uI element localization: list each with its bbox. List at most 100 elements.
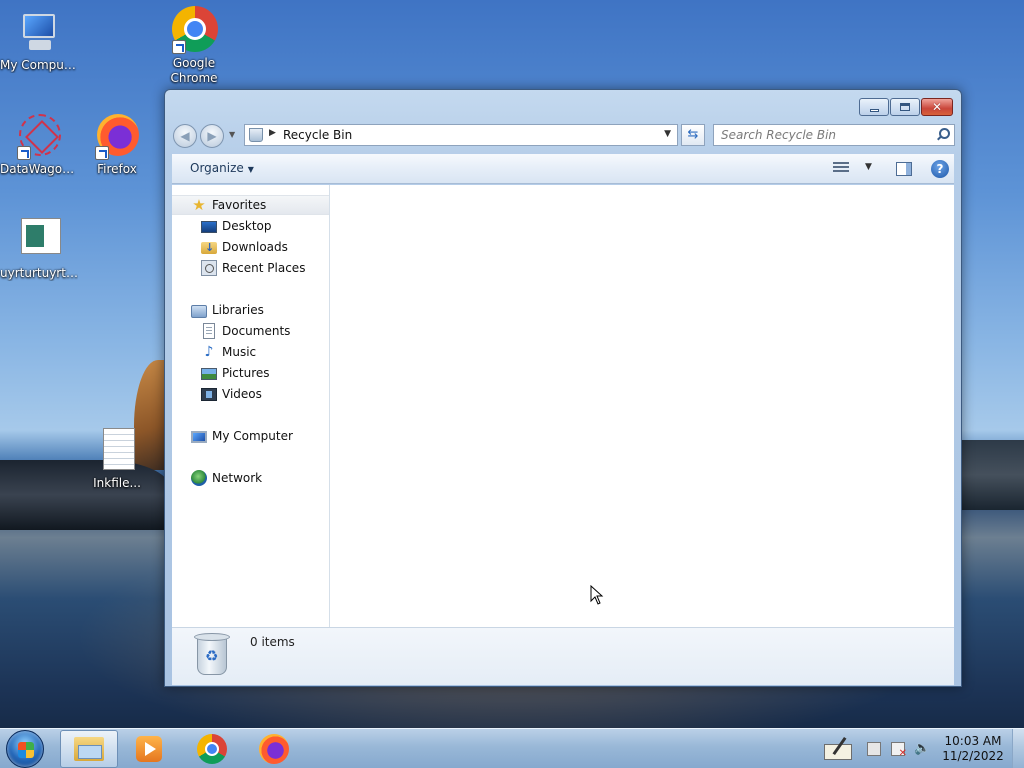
libraries-icon	[191, 304, 207, 318]
breadcrumb-recycle-bin[interactable]: Recycle Bin	[283, 128, 352, 142]
nav-item-my-computer[interactable]: My Computer	[172, 426, 329, 446]
items-count: 0 items	[250, 635, 295, 649]
desktop-icon-datawagon[interactable]: DataWagon...	[0, 112, 78, 177]
datawagon-icon	[15, 112, 63, 160]
nav-item-libraries[interactable]: Libraries	[172, 300, 329, 320]
windows-explorer-icon	[74, 737, 104, 761]
file-list-pane[interactable]	[331, 185, 954, 627]
downloads-folder-icon	[201, 241, 217, 254]
help-icon[interactable]: ?	[931, 160, 949, 178]
taskbar-app-media-player[interactable]	[120, 730, 178, 768]
nav-item-label: My Computer	[212, 429, 293, 443]
explorer-content: ★ Favorites Desktop Downloads Recent Pla…	[172, 185, 954, 627]
nav-item-label: Downloads	[222, 240, 288, 254]
recycle-bin-small-icon	[249, 128, 263, 142]
taskbar: 🔈 10:03 AM 11/2/2022	[0, 728, 1024, 768]
close-button[interactable]: ✕	[921, 98, 953, 116]
shortcut-arrow-icon	[95, 146, 109, 160]
desktop-icon-my-computer[interactable]: My Computer	[0, 8, 78, 73]
nav-item-label: Documents	[222, 324, 291, 338]
chrome-icon	[197, 734, 227, 764]
taskbar-app-firefox[interactable]	[245, 730, 303, 768]
videos-icon	[201, 388, 217, 401]
maximize-button[interactable]	[890, 98, 920, 116]
back-arrow-icon: ◀	[180, 129, 190, 143]
nav-item-documents[interactable]: Documents	[172, 321, 329, 341]
forward-arrow-icon: ▶	[207, 129, 217, 143]
text-file-icon	[93, 426, 141, 474]
address-bar[interactable]: ▶ Recycle Bin ▼	[244, 124, 678, 146]
start-button[interactable]	[6, 730, 44, 768]
document-icon	[15, 216, 63, 264]
nav-item-label: Network	[212, 471, 263, 485]
taskbar-app-explorer[interactable]	[60, 730, 118, 768]
nav-item-label: Libraries	[212, 303, 264, 317]
search-box[interactable]	[713, 124, 955, 146]
chrome-icon	[170, 6, 218, 54]
nav-item-recent-places[interactable]: Recent Places	[172, 258, 329, 278]
refresh-button[interactable]: ⇆	[681, 124, 705, 146]
computer-icon	[191, 430, 207, 443]
nav-item-pictures[interactable]: Pictures	[172, 363, 329, 383]
desktop-icon-label: uyrturtuyrty...	[0, 266, 78, 280]
forward-button[interactable]: ▶	[200, 124, 224, 148]
command-bar: Organize ▼ ▼ ?	[172, 154, 954, 184]
system-clock[interactable]: 10:03 AM 11/2/2022	[940, 734, 1006, 764]
documents-icon	[203, 323, 215, 339]
organize-label: Organize	[190, 161, 244, 175]
nav-item-favorites[interactable]: ★ Favorites	[172, 195, 329, 215]
shortcut-arrow-icon	[172, 40, 186, 54]
action-center-flag-icon[interactable]	[891, 742, 907, 759]
nav-item-music[interactable]: ♪ Music	[172, 342, 329, 362]
network-icon	[191, 470, 207, 486]
nav-item-label: Favorites	[212, 198, 267, 212]
search-input[interactable]	[714, 125, 934, 145]
breadcrumb-separator-icon[interactable]: ▶	[269, 128, 276, 138]
desktop-icon-document[interactable]: uyrturtuyrty...	[0, 216, 78, 281]
computer-icon	[15, 8, 63, 56]
volume-icon[interactable]: 🔈	[914, 742, 930, 756]
desktop-icon-inkfile[interactable]: Inkfile...	[78, 426, 156, 491]
recent-places-icon	[201, 260, 217, 276]
navigation-pane: ★ Favorites Desktop Downloads Recent Pla…	[172, 185, 330, 627]
navigation-bar: ◀ ▶ ▼ ▶ Recycle Bin ▼ ⇆	[173, 124, 955, 148]
explorer-window: ✕ ◀ ▶ ▼ ▶ Recycle Bin ▼ ⇆ Organize▼ ▼ ? …	[164, 89, 962, 687]
view-options-dropdown-icon[interactable]: ▼	[865, 162, 872, 172]
recent-pages-dropdown[interactable]: ▼	[229, 130, 235, 139]
desktop-icon-google-chrome[interactable]: Google Chrome	[155, 6, 233, 86]
nav-item-label: Recent Places	[222, 261, 306, 275]
recycle-bin-icon	[194, 633, 230, 677]
windows-logo-icon	[18, 742, 34, 758]
keyboard-language-icon[interactable]	[867, 742, 881, 756]
organize-button[interactable]: Organize ▼	[190, 161, 254, 175]
nav-item-desktop[interactable]: Desktop	[172, 216, 329, 236]
desktop-icon	[201, 221, 217, 233]
chevron-down-icon: ▼	[247, 165, 254, 174]
nav-item-videos[interactable]: Videos	[172, 384, 329, 404]
back-button[interactable]: ◀	[173, 124, 197, 148]
media-player-icon	[136, 736, 162, 762]
clock-date: 11/2/2022	[942, 749, 1004, 763]
change-view-icon[interactable]	[833, 162, 849, 174]
preview-pane-icon[interactable]	[896, 162, 912, 176]
pictures-icon	[201, 368, 217, 380]
nav-item-label: Music	[222, 345, 257, 359]
caption-buttons: ✕	[858, 98, 953, 116]
search-icon[interactable]	[936, 127, 950, 141]
nav-item-network[interactable]: Network	[172, 468, 329, 488]
taskbar-app-chrome[interactable]	[183, 730, 241, 768]
nav-item-label: Pictures	[222, 366, 270, 380]
music-note-icon: ♪	[204, 344, 214, 360]
pen-input-icon[interactable]	[824, 736, 854, 760]
minimize-icon	[869, 108, 879, 112]
minimize-button[interactable]	[859, 98, 889, 116]
firefox-icon	[259, 734, 289, 764]
address-dropdown-icon[interactable]: ▼	[664, 129, 671, 139]
maximize-icon	[900, 103, 910, 111]
mouse-cursor-icon	[590, 585, 604, 605]
details-pane: 0 items	[172, 627, 954, 685]
nav-item-downloads[interactable]: Downloads	[172, 237, 329, 257]
desktop-icon-firefox[interactable]: Firefox	[78, 112, 156, 177]
show-desktop-button[interactable]	[1012, 729, 1024, 768]
refresh-icon: ⇆	[687, 127, 699, 142]
